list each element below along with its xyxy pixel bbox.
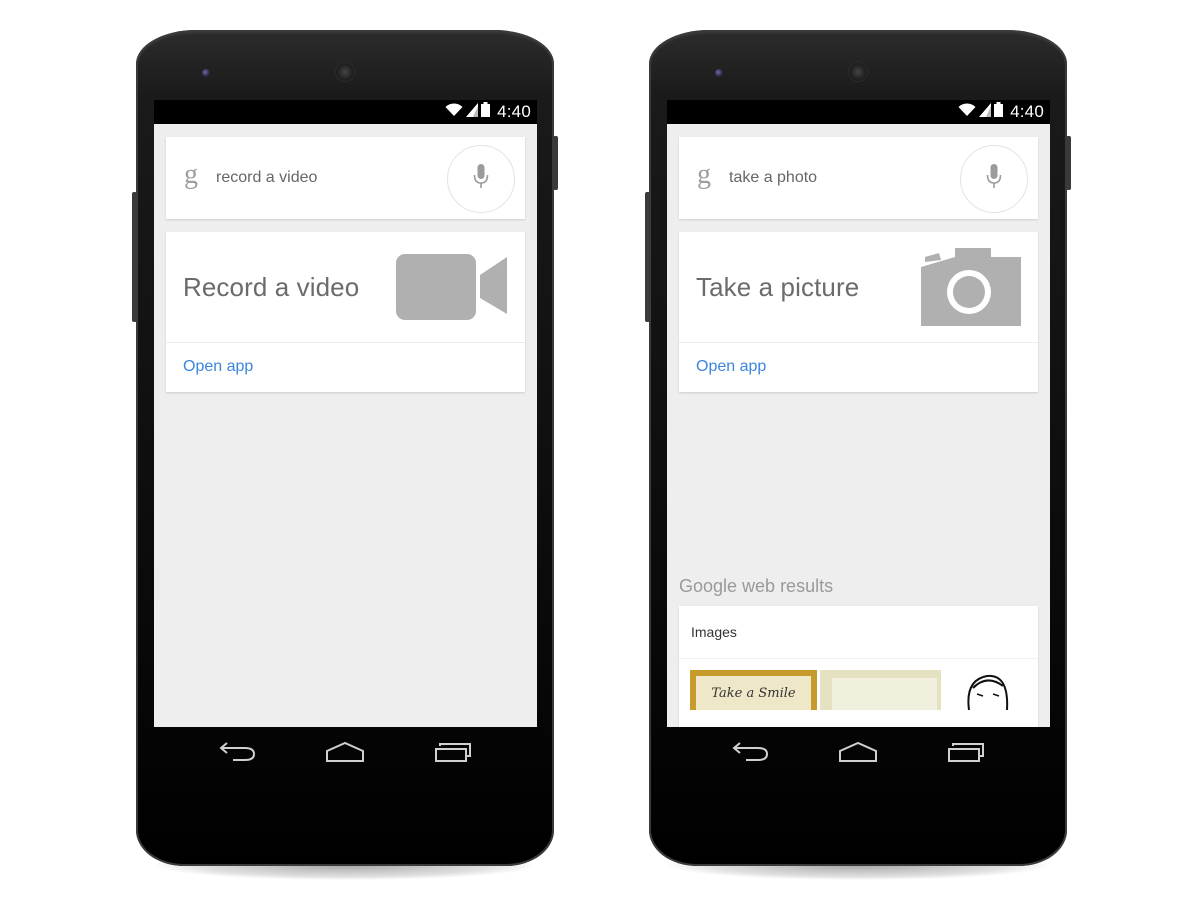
action-title: Take a picture [696, 272, 860, 302]
microphone-icon [986, 163, 1002, 195]
power-button [553, 136, 558, 190]
back-icon [219, 741, 257, 768]
status-time: 4:40 [1010, 102, 1044, 121]
back-button[interactable] [213, 740, 263, 770]
images-label: Images [679, 606, 1038, 659]
battery-icon [481, 102, 491, 122]
search-query[interactable]: take a photo [729, 169, 817, 187]
wifi-icon [958, 102, 976, 122]
search-bar[interactable]: g record a video [166, 137, 525, 219]
back-icon [732, 741, 770, 768]
screen: 4:40 g record a video Record a video Ope… [154, 100, 537, 727]
microphone-icon [473, 163, 489, 195]
battery-icon [994, 102, 1004, 122]
signal-icon [979, 102, 992, 122]
home-icon [325, 741, 365, 768]
action-card: Take a picture Open app [679, 232, 1038, 392]
screen: 4:40 g take a photo Take a picture Open … [667, 100, 1050, 727]
google-g-logo: g [697, 159, 711, 190]
search-bar[interactable]: g take a photo [679, 137, 1038, 219]
phone-right: 4:40 g take a photo Take a picture Open … [645, 30, 1071, 880]
phone-left: 4:40 g record a video Record a video Ope… [132, 30, 558, 880]
earpiece-speaker [848, 62, 868, 82]
action-title: Record a video [183, 272, 360, 302]
status-time: 4:40 [497, 102, 531, 121]
home-button[interactable] [320, 740, 370, 770]
status-bar: 4:40 [154, 100, 537, 124]
recent-apps-icon [434, 741, 472, 768]
open-app-link[interactable]: Open app [696, 358, 766, 376]
front-camera [202, 69, 210, 77]
wifi-icon [445, 102, 463, 122]
voice-search-button[interactable] [447, 145, 515, 213]
volume-button [645, 192, 650, 322]
image-thumbnail[interactable] [820, 670, 941, 710]
google-g-logo: g [184, 159, 198, 190]
voice-search-button[interactable] [960, 145, 1028, 213]
search-query[interactable]: record a video [216, 169, 317, 187]
volume-button [132, 192, 137, 322]
thumbnail-caption: Take a Smile [696, 676, 811, 710]
home-icon [838, 741, 878, 768]
front-camera [715, 69, 723, 77]
web-results-heading: Google web results [679, 576, 834, 596]
earpiece-speaker [335, 62, 355, 82]
recent-apps-button[interactable] [941, 740, 991, 770]
home-button[interactable] [833, 740, 883, 770]
navigation-bar [667, 727, 1050, 782]
video-camera-icon [396, 254, 508, 325]
camera-icon [921, 248, 1021, 331]
action-card: Record a video Open app [166, 232, 525, 392]
back-button[interactable] [726, 740, 776, 770]
power-button [1066, 136, 1071, 190]
signal-icon [466, 102, 479, 122]
image-thumbnail[interactable] [947, 670, 1027, 711]
recent-apps-button[interactable] [428, 740, 478, 770]
status-bar: 4:40 [667, 100, 1050, 124]
recent-apps-icon [947, 741, 985, 768]
open-app-link[interactable]: Open app [183, 358, 253, 376]
image-thumbnail[interactable]: Take a Smile [690, 670, 817, 710]
navigation-bar [154, 727, 537, 782]
images-result-card[interactable]: Images Take a Smile [679, 606, 1038, 727]
